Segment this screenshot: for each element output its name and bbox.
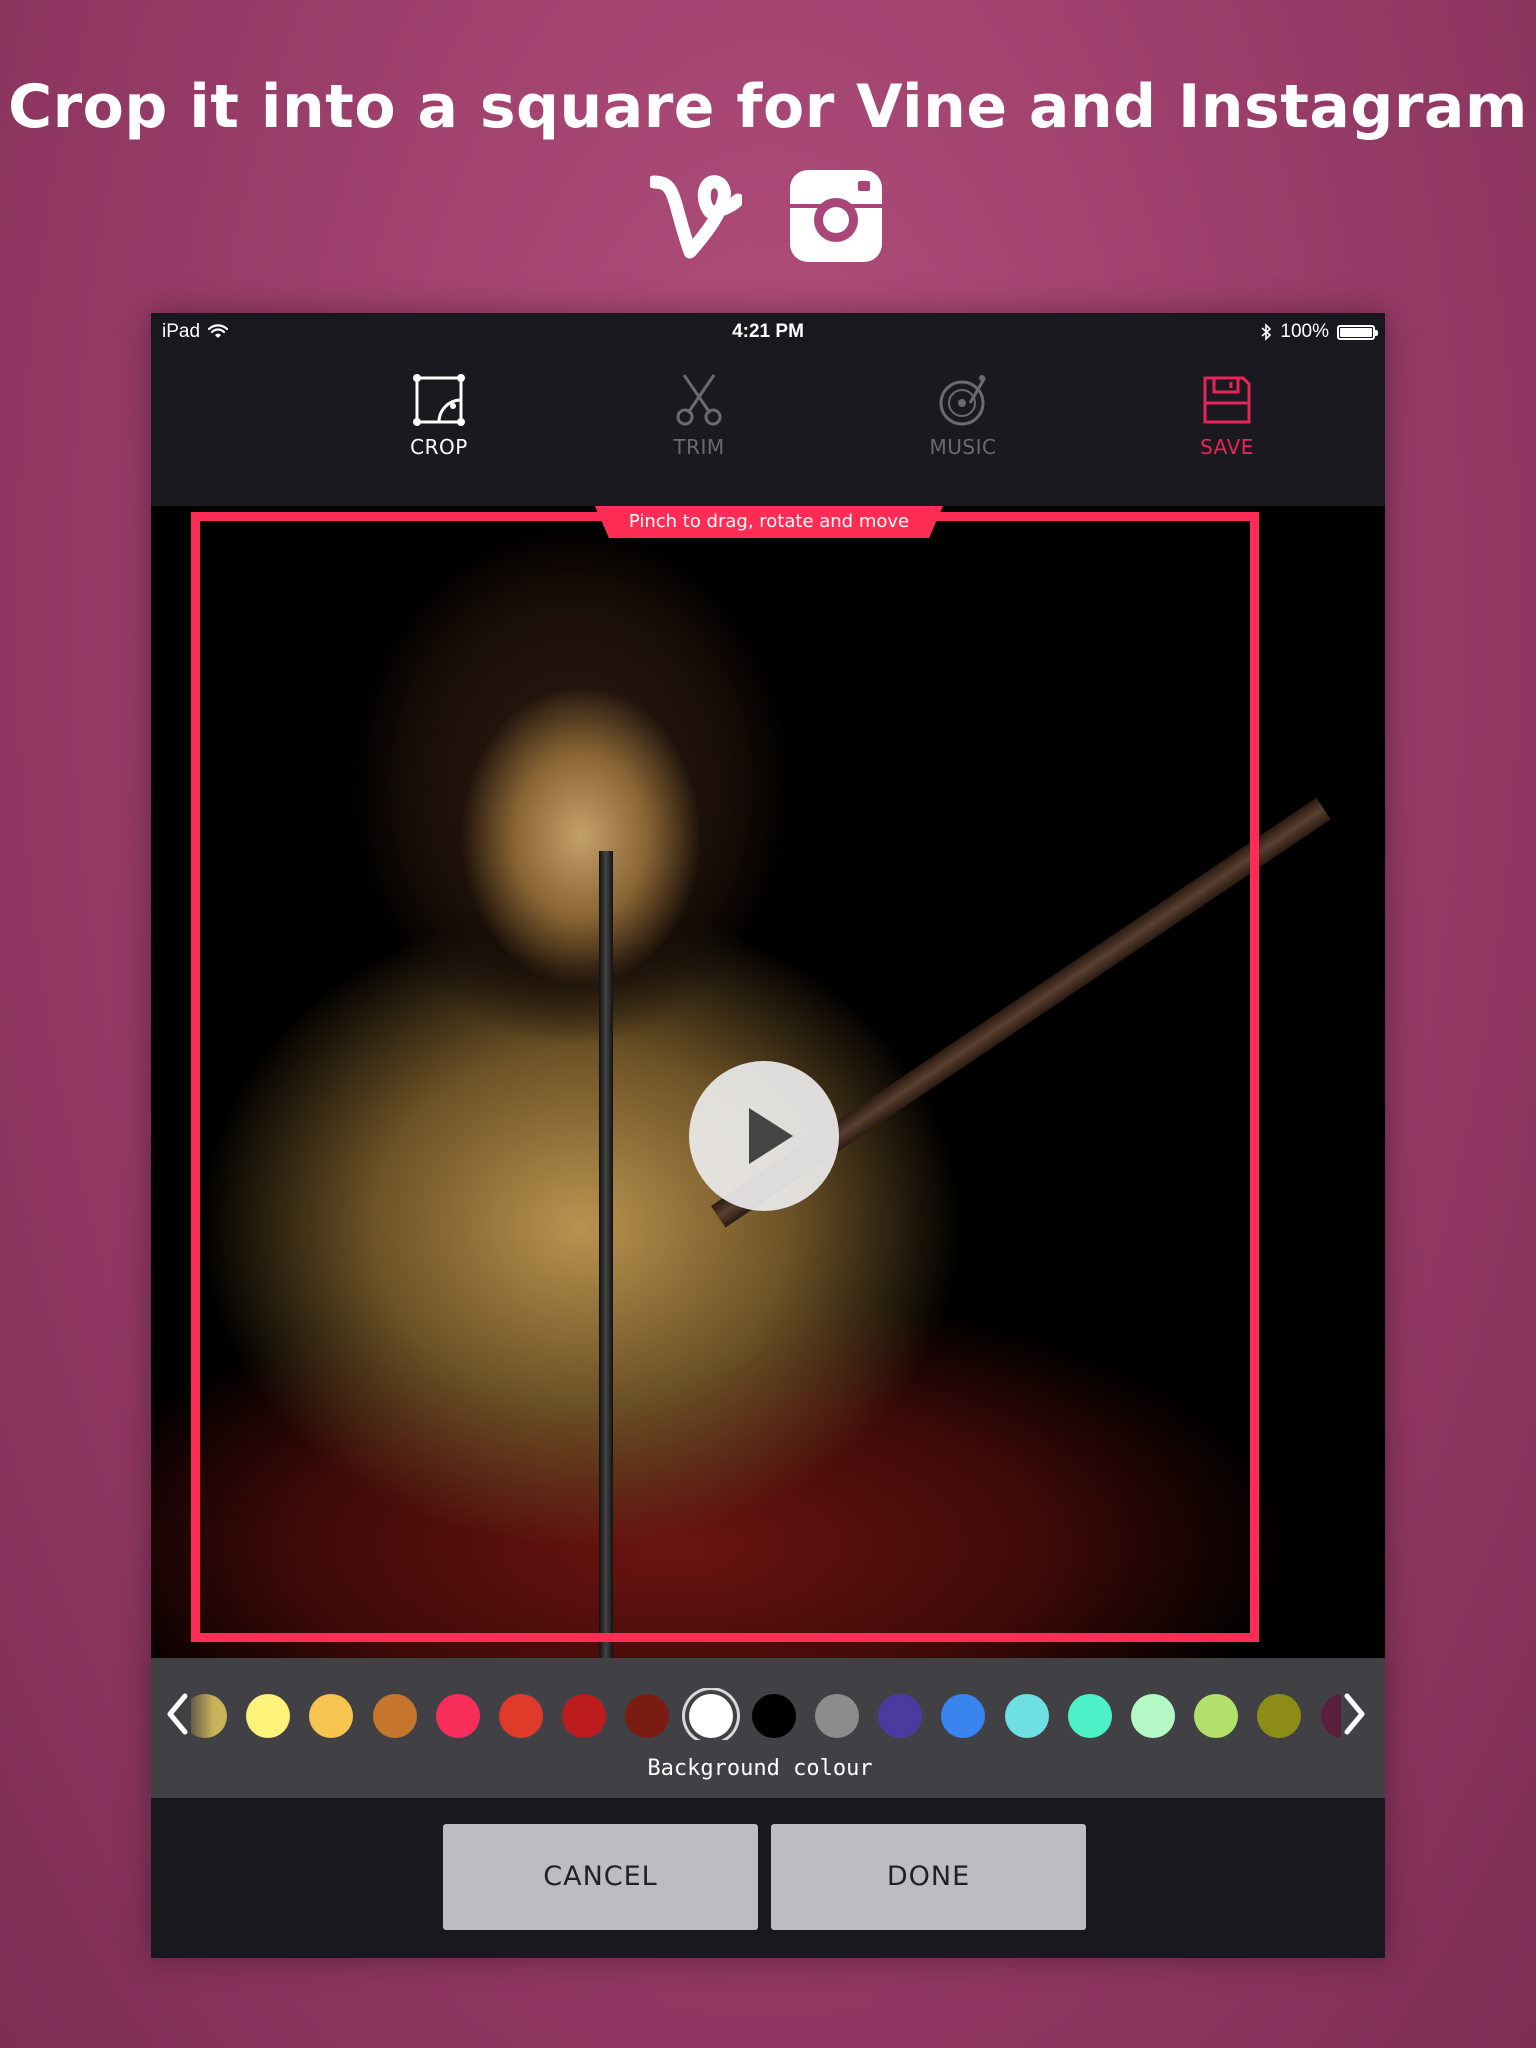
- clock: 4:21 PM: [732, 321, 804, 342]
- instagram-logo-icon: [790, 170, 882, 262]
- social-logos: [0, 168, 1536, 268]
- crop-icon: [413, 374, 465, 426]
- tab-music[interactable]: MUSIC: [883, 373, 1043, 459]
- tab-crop[interactable]: CROP: [359, 373, 519, 459]
- colour-swatch[interactable]: [191, 1694, 227, 1738]
- battery-icon: [1337, 324, 1378, 340]
- colour-swatch[interactable]: [372, 1694, 417, 1738]
- tab-trim-label: TRIM: [673, 435, 725, 459]
- colour-swatch[interactable]: [941, 1694, 986, 1738]
- colour-swatch[interactable]: [1067, 1694, 1112, 1738]
- colour-swatch[interactable]: [751, 1694, 796, 1738]
- colour-swatches: [191, 1688, 1341, 1740]
- vine-logo-icon: [650, 175, 742, 259]
- colour-swatch[interactable]: [435, 1694, 480, 1738]
- tab-music-label: MUSIC: [929, 435, 997, 459]
- cancel-button[interactable]: CANCEL: [443, 1824, 758, 1930]
- colour-swatch[interactable]: [1004, 1694, 1049, 1738]
- scissors-icon: [676, 374, 722, 426]
- colour-swatch[interactable]: [1131, 1694, 1175, 1738]
- chevron-right-icon[interactable]: [1343, 1692, 1367, 1736]
- colour-swatch[interactable]: [815, 1694, 859, 1738]
- tab-save[interactable]: SAVE: [1147, 373, 1307, 459]
- colour-swatch[interactable]: [1320, 1694, 1341, 1738]
- palette-label: Background colour: [647, 1756, 873, 1781]
- crop-hint: Pinch to drag, rotate and move: [595, 506, 943, 538]
- tab-save-label: SAVE: [1200, 435, 1254, 459]
- status-bar: iPad 4:21 PM 100%: [151, 313, 1385, 349]
- floppy-disk-icon: [1203, 376, 1251, 424]
- action-bar: CANCEL DONE: [151, 1798, 1385, 1958]
- colour-swatch[interactable]: [625, 1694, 670, 1738]
- colour-swatch[interactable]: [246, 1694, 291, 1738]
- colour-swatch[interactable]: [309, 1694, 354, 1738]
- video-canvas[interactable]: Pinch to drag, rotate and move: [151, 506, 1385, 1658]
- headline: Crop it into a square for Vine and Insta…: [8, 72, 1528, 142]
- colour-swatch[interactable]: [1257, 1694, 1302, 1738]
- play-button[interactable]: [689, 1061, 839, 1211]
- colour-swatch[interactable]: [499, 1694, 543, 1738]
- ipad-screen: iPad 4:21 PM 100% CROP TRIM MUSIC SAVE P…: [151, 313, 1385, 1958]
- colour-swatch[interactable]: [562, 1694, 607, 1738]
- chevron-left-icon[interactable]: [165, 1692, 189, 1736]
- bluetooth-icon: [1261, 323, 1272, 341]
- tab-trim[interactable]: TRIM: [619, 373, 779, 459]
- done-button[interactable]: DONE: [771, 1824, 1086, 1930]
- tab-crop-label: CROP: [410, 435, 468, 459]
- battery-percent: 100%: [1280, 321, 1329, 342]
- background-colour-picker: Background colour: [151, 1658, 1385, 1798]
- colour-swatch[interactable]: [1194, 1694, 1239, 1738]
- music-record-icon: [939, 375, 987, 426]
- colour-swatch[interactable]: [688, 1694, 733, 1738]
- toolbar: CROP TRIM MUSIC SAVE: [151, 349, 1385, 506]
- colour-swatch[interactable]: [878, 1694, 923, 1738]
